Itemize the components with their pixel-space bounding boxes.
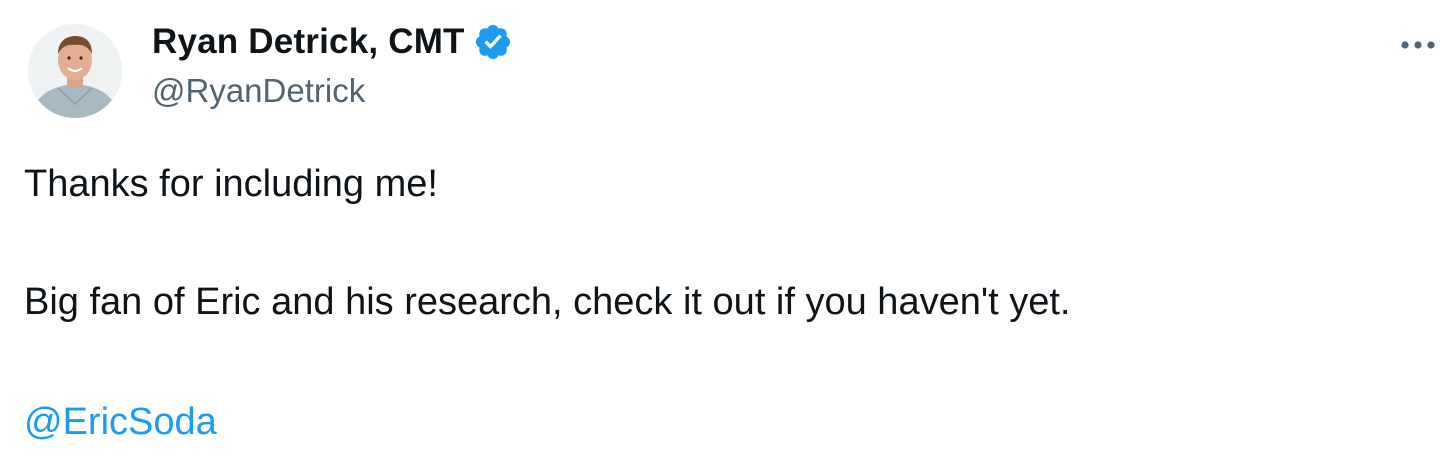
more-options-button[interactable] <box>1396 30 1440 60</box>
avatar[interactable] <box>28 24 122 118</box>
author-handle[interactable]: @RyanDetrick <box>152 72 365 110</box>
tweet-card: Ryan Detrick, CMT @RyanDetrick Thanks fo… <box>0 0 1456 474</box>
verified-badge-icon[interactable] <box>473 22 513 62</box>
author-display-name[interactable]: Ryan Detrick, CMT <box>152 22 465 62</box>
more-options-icon <box>1401 41 1435 49</box>
tweet-text-line-2: Big fan of Eric and his research, check … <box>24 281 1071 323</box>
tweet-text-line-1: Thanks for including me! <box>24 163 438 205</box>
profile-photo <box>28 24 122 118</box>
author-name-row: Ryan Detrick, CMT <box>152 20 513 64</box>
mention-link[interactable]: @EricSoda <box>24 398 217 446</box>
